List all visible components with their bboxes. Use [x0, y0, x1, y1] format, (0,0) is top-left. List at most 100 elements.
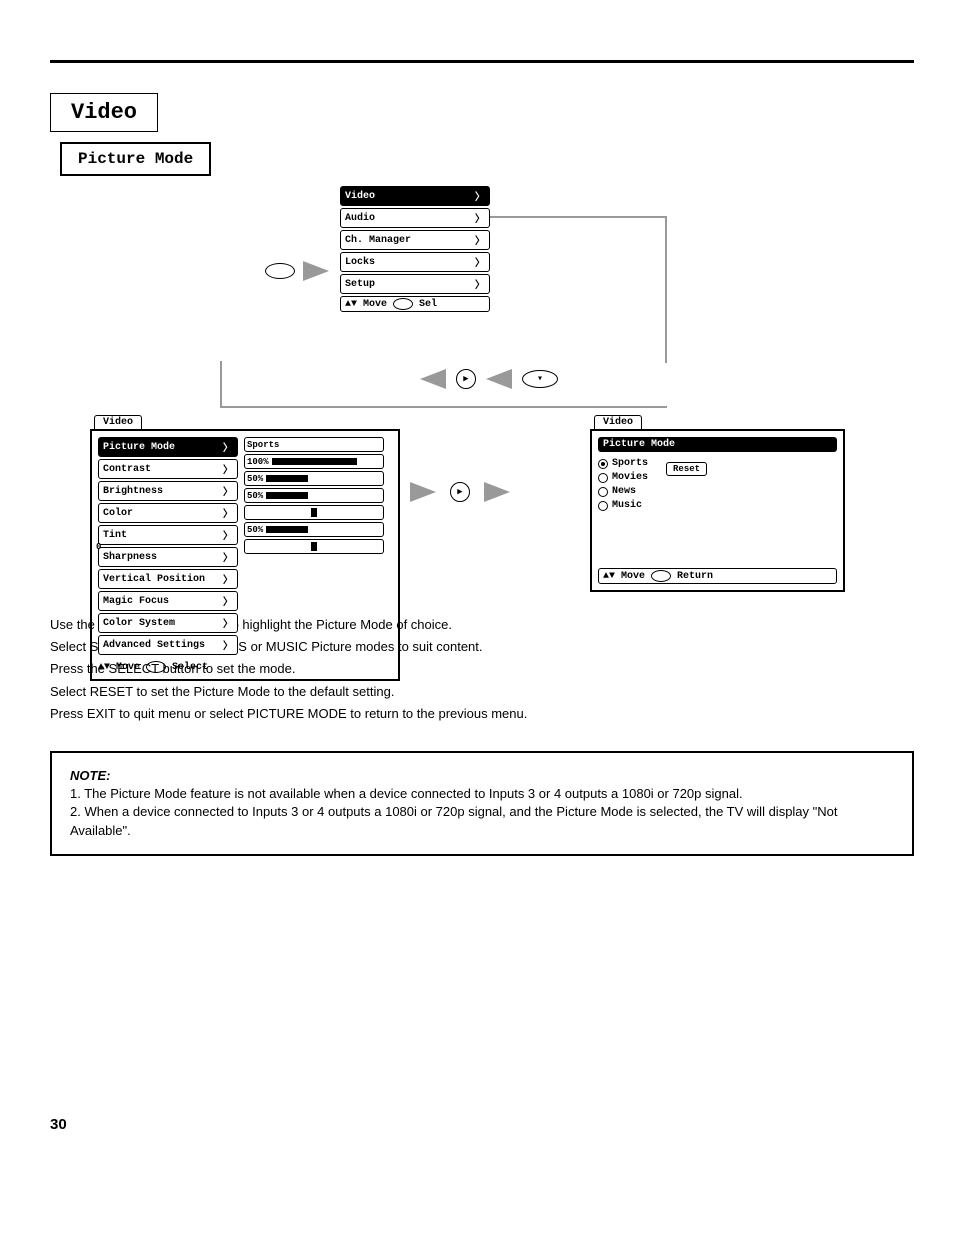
- chevron-right-icon: 〉: [475, 254, 485, 270]
- row-brightness[interactable]: Brightness 〉: [98, 481, 238, 501]
- row-tint[interactable]: Tint 〉: [98, 525, 238, 545]
- label: 50%: [247, 474, 263, 484]
- updown-icon: ▲▼: [603, 571, 615, 582]
- dpad-right-icon: ▶: [450, 482, 470, 502]
- radio-icon: [598, 473, 608, 483]
- label: Locks: [345, 257, 375, 268]
- label: Color: [103, 508, 133, 519]
- chevron-right-icon: 〉: [223, 505, 233, 521]
- menu-item-setup[interactable]: Setup〉: [340, 274, 490, 294]
- label: Movies: [612, 472, 648, 483]
- sel-label: Select: [172, 662, 208, 673]
- note-title: NOTE:: [70, 767, 894, 785]
- updown-icon: ▲▼: [345, 299, 357, 310]
- menu-item-audio[interactable]: Audio〉: [340, 208, 490, 228]
- label: Brightness: [103, 486, 163, 497]
- radio-icon: [598, 501, 608, 511]
- section-subtitle: Picture Mode: [60, 142, 211, 176]
- label: Vertical Position: [103, 574, 205, 585]
- label: Magic Focus: [103, 596, 169, 607]
- label: Advanced Settings: [103, 640, 205, 651]
- label: Sports: [612, 458, 648, 469]
- arrow-right-icon: [484, 482, 510, 502]
- chevron-right-icon: 〉: [223, 439, 233, 455]
- select-icon: [146, 661, 166, 673]
- arrow-left-icon: [420, 369, 446, 389]
- hint-bar: ▲▼ Move Return: [598, 568, 837, 584]
- submenu-title: Picture Mode: [598, 437, 837, 452]
- value-tint[interactable]: [244, 505, 384, 520]
- row-vertical-position[interactable]: Vertical Position 〉: [98, 569, 238, 589]
- slider-handle: [311, 508, 317, 517]
- select-icon: [393, 298, 413, 310]
- row-color[interactable]: Color 〉: [98, 503, 238, 523]
- slider-fill: [266, 526, 308, 533]
- chevron-right-icon: 〉: [223, 549, 233, 565]
- label: Setup: [345, 279, 375, 290]
- menu-item-video[interactable]: Video〉: [340, 186, 490, 206]
- arrow-right-icon: [410, 482, 436, 502]
- label: Contrast: [103, 464, 151, 475]
- remote-step-3: ▶: [410, 482, 510, 502]
- label: Sports: [247, 440, 279, 450]
- move-label: Move: [363, 299, 387, 310]
- reset-button[interactable]: Reset: [666, 462, 707, 476]
- option-news[interactable]: News: [598, 486, 648, 497]
- arrow-right-icon: [303, 261, 329, 281]
- value-picture-mode: Sports: [244, 437, 384, 452]
- label: News: [612, 486, 636, 497]
- chevron-right-icon: 〉: [223, 527, 233, 543]
- radio-icon: [598, 487, 608, 497]
- menu-item-ch-manager[interactable]: Ch. Manager 〉: [340, 230, 490, 250]
- updown-icon: ▲▼: [98, 662, 110, 673]
- menu-item-locks[interactable]: Locks 〉: [340, 252, 490, 272]
- label: Picture Mode: [103, 442, 175, 453]
- option-sports[interactable]: Sports: [598, 458, 648, 469]
- row-contrast[interactable]: Contrast 〉: [98, 459, 238, 479]
- chevron-right-icon: 〉: [223, 483, 233, 499]
- video-osd-menu: Video Picture Mode〉 Contrast〉 Brightness…: [90, 411, 400, 681]
- select-icon: [651, 570, 671, 582]
- remote-step-2: ▶ ▾: [420, 369, 558, 389]
- chevron-right-icon: 〉: [475, 232, 485, 248]
- chevron-right-icon: 〉: [223, 461, 233, 477]
- flow-diagram: Video〉 Audio〉 Ch. Manager〉 Locks〉 Setup〉…: [50, 186, 914, 606]
- chevron-right-icon: 〉: [223, 637, 233, 653]
- dpad-down-icon: ▾: [522, 370, 558, 388]
- value-color[interactable]: 50%: [244, 488, 384, 503]
- value-contrast[interactable]: 100%: [244, 454, 384, 469]
- chevron-right-icon: 〉: [475, 188, 485, 204]
- value-vertical-position[interactable]: 0: [244, 539, 384, 554]
- label: 0: [96, 542, 101, 552]
- label: Tint: [103, 530, 127, 541]
- value-sharpness[interactable]: 50%: [244, 522, 384, 537]
- option-music[interactable]: Music: [598, 500, 648, 511]
- move-label: Move: [116, 662, 140, 673]
- menu-tab-label: Video: [594, 415, 642, 429]
- move-label: Move: [621, 571, 645, 582]
- remote-button-icon: [265, 263, 295, 279]
- row-magic-focus[interactable]: Magic Focus 〉: [98, 591, 238, 611]
- row-advanced-settings[interactable]: Advanced Settings 〉: [98, 635, 238, 655]
- note-box: NOTE: 1. The Picture Mode feature is not…: [50, 751, 914, 856]
- row-sharpness[interactable]: Sharpness 〉: [98, 547, 238, 567]
- label: 50%: [247, 491, 263, 501]
- flow-line: [490, 216, 667, 363]
- label: Sharpness: [103, 552, 157, 563]
- value-brightness[interactable]: 50%: [244, 471, 384, 486]
- hint-bar: ▲▼ Move Select: [98, 659, 392, 673]
- page-number: 30: [50, 1116, 914, 1133]
- note-line: 1. The Picture Mode feature is not avail…: [70, 785, 894, 803]
- slider-fill: [266, 475, 308, 482]
- row-picture-mode[interactable]: Picture Mode 〉: [98, 437, 238, 457]
- option-movies[interactable]: Movies: [598, 472, 648, 483]
- chevron-right-icon: 〉: [475, 210, 485, 226]
- chevron-right-icon: 〉: [223, 571, 233, 587]
- ret-label: Return: [677, 571, 713, 582]
- chevron-right-icon: 〉: [223, 593, 233, 609]
- label: Ch. Manager: [345, 235, 411, 246]
- row-color-system[interactable]: Color System〉: [98, 613, 238, 633]
- label: Music: [612, 500, 642, 511]
- hint-bar: ▲▼ Move Sel: [340, 296, 490, 312]
- paragraph: Select RESET to set the Picture Mode to …: [50, 683, 914, 701]
